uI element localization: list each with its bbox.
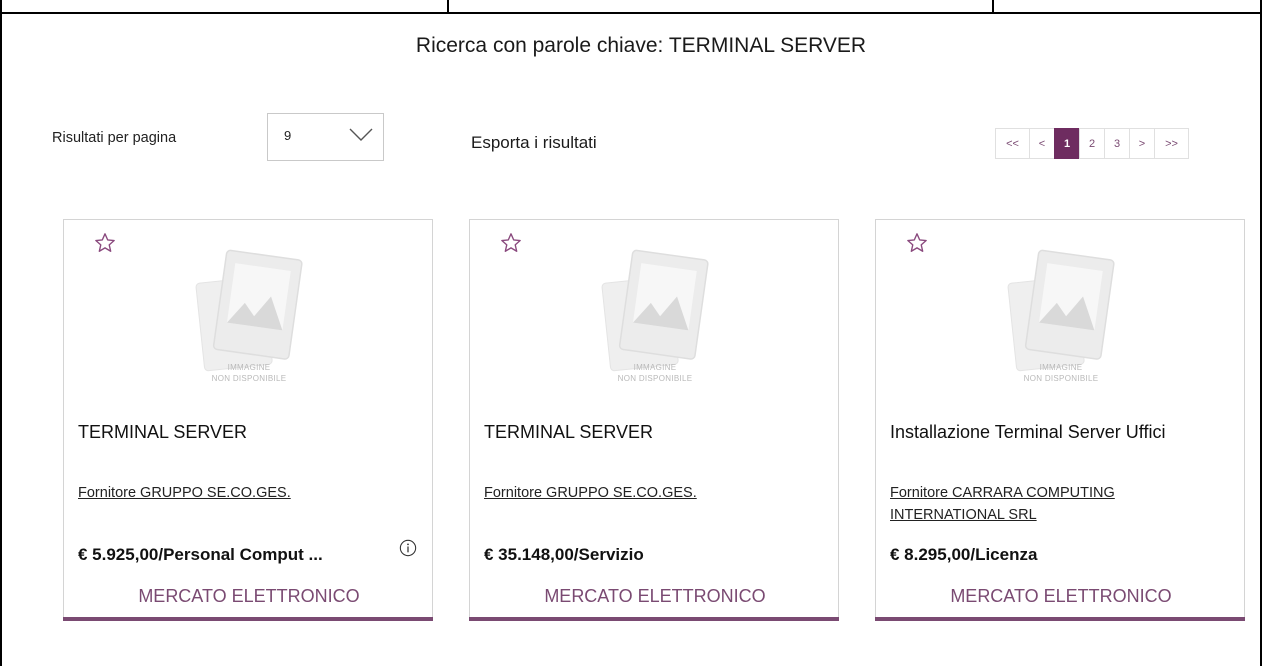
star-outline-icon[interactable] [906, 232, 928, 254]
marketplace-label[interactable]: MERCATO ELETTRONICO [64, 586, 434, 607]
product-price: € 8.295,00/Licenza [890, 545, 1038, 564]
product-name[interactable]: TERMINAL SERVER [78, 422, 247, 443]
page-button-current[interactable]: 1 [1054, 128, 1080, 159]
results-per-page-select[interactable]: 9 [267, 113, 384, 161]
page-first-button[interactable]: << [995, 128, 1030, 159]
page-next-button[interactable]: > [1129, 128, 1155, 159]
frame-divider [992, 0, 994, 14]
page-last-button[interactable]: >> [1154, 128, 1189, 159]
star-outline-icon[interactable] [94, 232, 116, 254]
card-accent-bar [63, 617, 433, 621]
product-name[interactable]: Installazione Terminal Server Uffici [890, 422, 1165, 443]
product-card[interactable]: IMMAGINE NON DISPONIBILE TERMINAL SERVER… [63, 219, 433, 621]
product-price: € 35.148,00/Servizio [484, 545, 644, 564]
page-button[interactable]: 3 [1104, 128, 1130, 159]
results-per-page-label: Risultati per pagina [52, 130, 177, 146]
supplier-link[interactable]: Fornitore GRUPPO SE.CO.GES. [484, 482, 814, 504]
page-prev-button[interactable]: < [1029, 128, 1055, 159]
marketplace-label[interactable]: MERCATO ELETTRONICO [876, 586, 1246, 607]
card-accent-bar [469, 617, 839, 621]
page-button[interactable]: 2 [1079, 128, 1105, 159]
product-price: € 5.925,00/Personal Comput ... [78, 545, 323, 564]
product-card[interactable]: IMMAGINE NON DISPONIBILE TERMINAL SERVER… [469, 219, 839, 621]
image-unavailable-text: IMMAGINE NON DISPONIBILE [617, 363, 693, 383]
card-accent-bar [875, 617, 1245, 621]
frame-divider [447, 0, 449, 14]
frame-border-top [0, 12, 1262, 14]
image-unavailable-text: IMMAGINE NON DISPONIBILE [211, 363, 287, 383]
info-circle-icon[interactable] [399, 539, 417, 557]
page-title: Ricerca con parole chiave: TERMINAL SERV… [415, 34, 867, 57]
marketplace-label[interactable]: MERCATO ELETTRONICO [470, 586, 840, 607]
frame-border-left [0, 0, 2, 666]
image-unavailable-text: IMMAGINE NON DISPONIBILE [1023, 363, 1099, 383]
product-card[interactable]: IMMAGINE NON DISPONIBILE Installazione T… [875, 219, 1245, 621]
supplier-link[interactable]: Fornitore CARRARA COMPUTING INTERNATIONA… [890, 482, 1220, 526]
chevron-down-icon [349, 128, 373, 141]
product-name[interactable]: TERMINAL SERVER [484, 422, 653, 443]
supplier-link[interactable]: Fornitore GRUPPO SE.CO.GES. [78, 482, 408, 504]
pagination: << < 1 2 3 > >> [995, 128, 1189, 159]
results-per-page-value: 9 [284, 128, 292, 143]
export-results-link[interactable]: Esporta i risultati [471, 133, 597, 153]
star-outline-icon[interactable] [500, 232, 522, 254]
